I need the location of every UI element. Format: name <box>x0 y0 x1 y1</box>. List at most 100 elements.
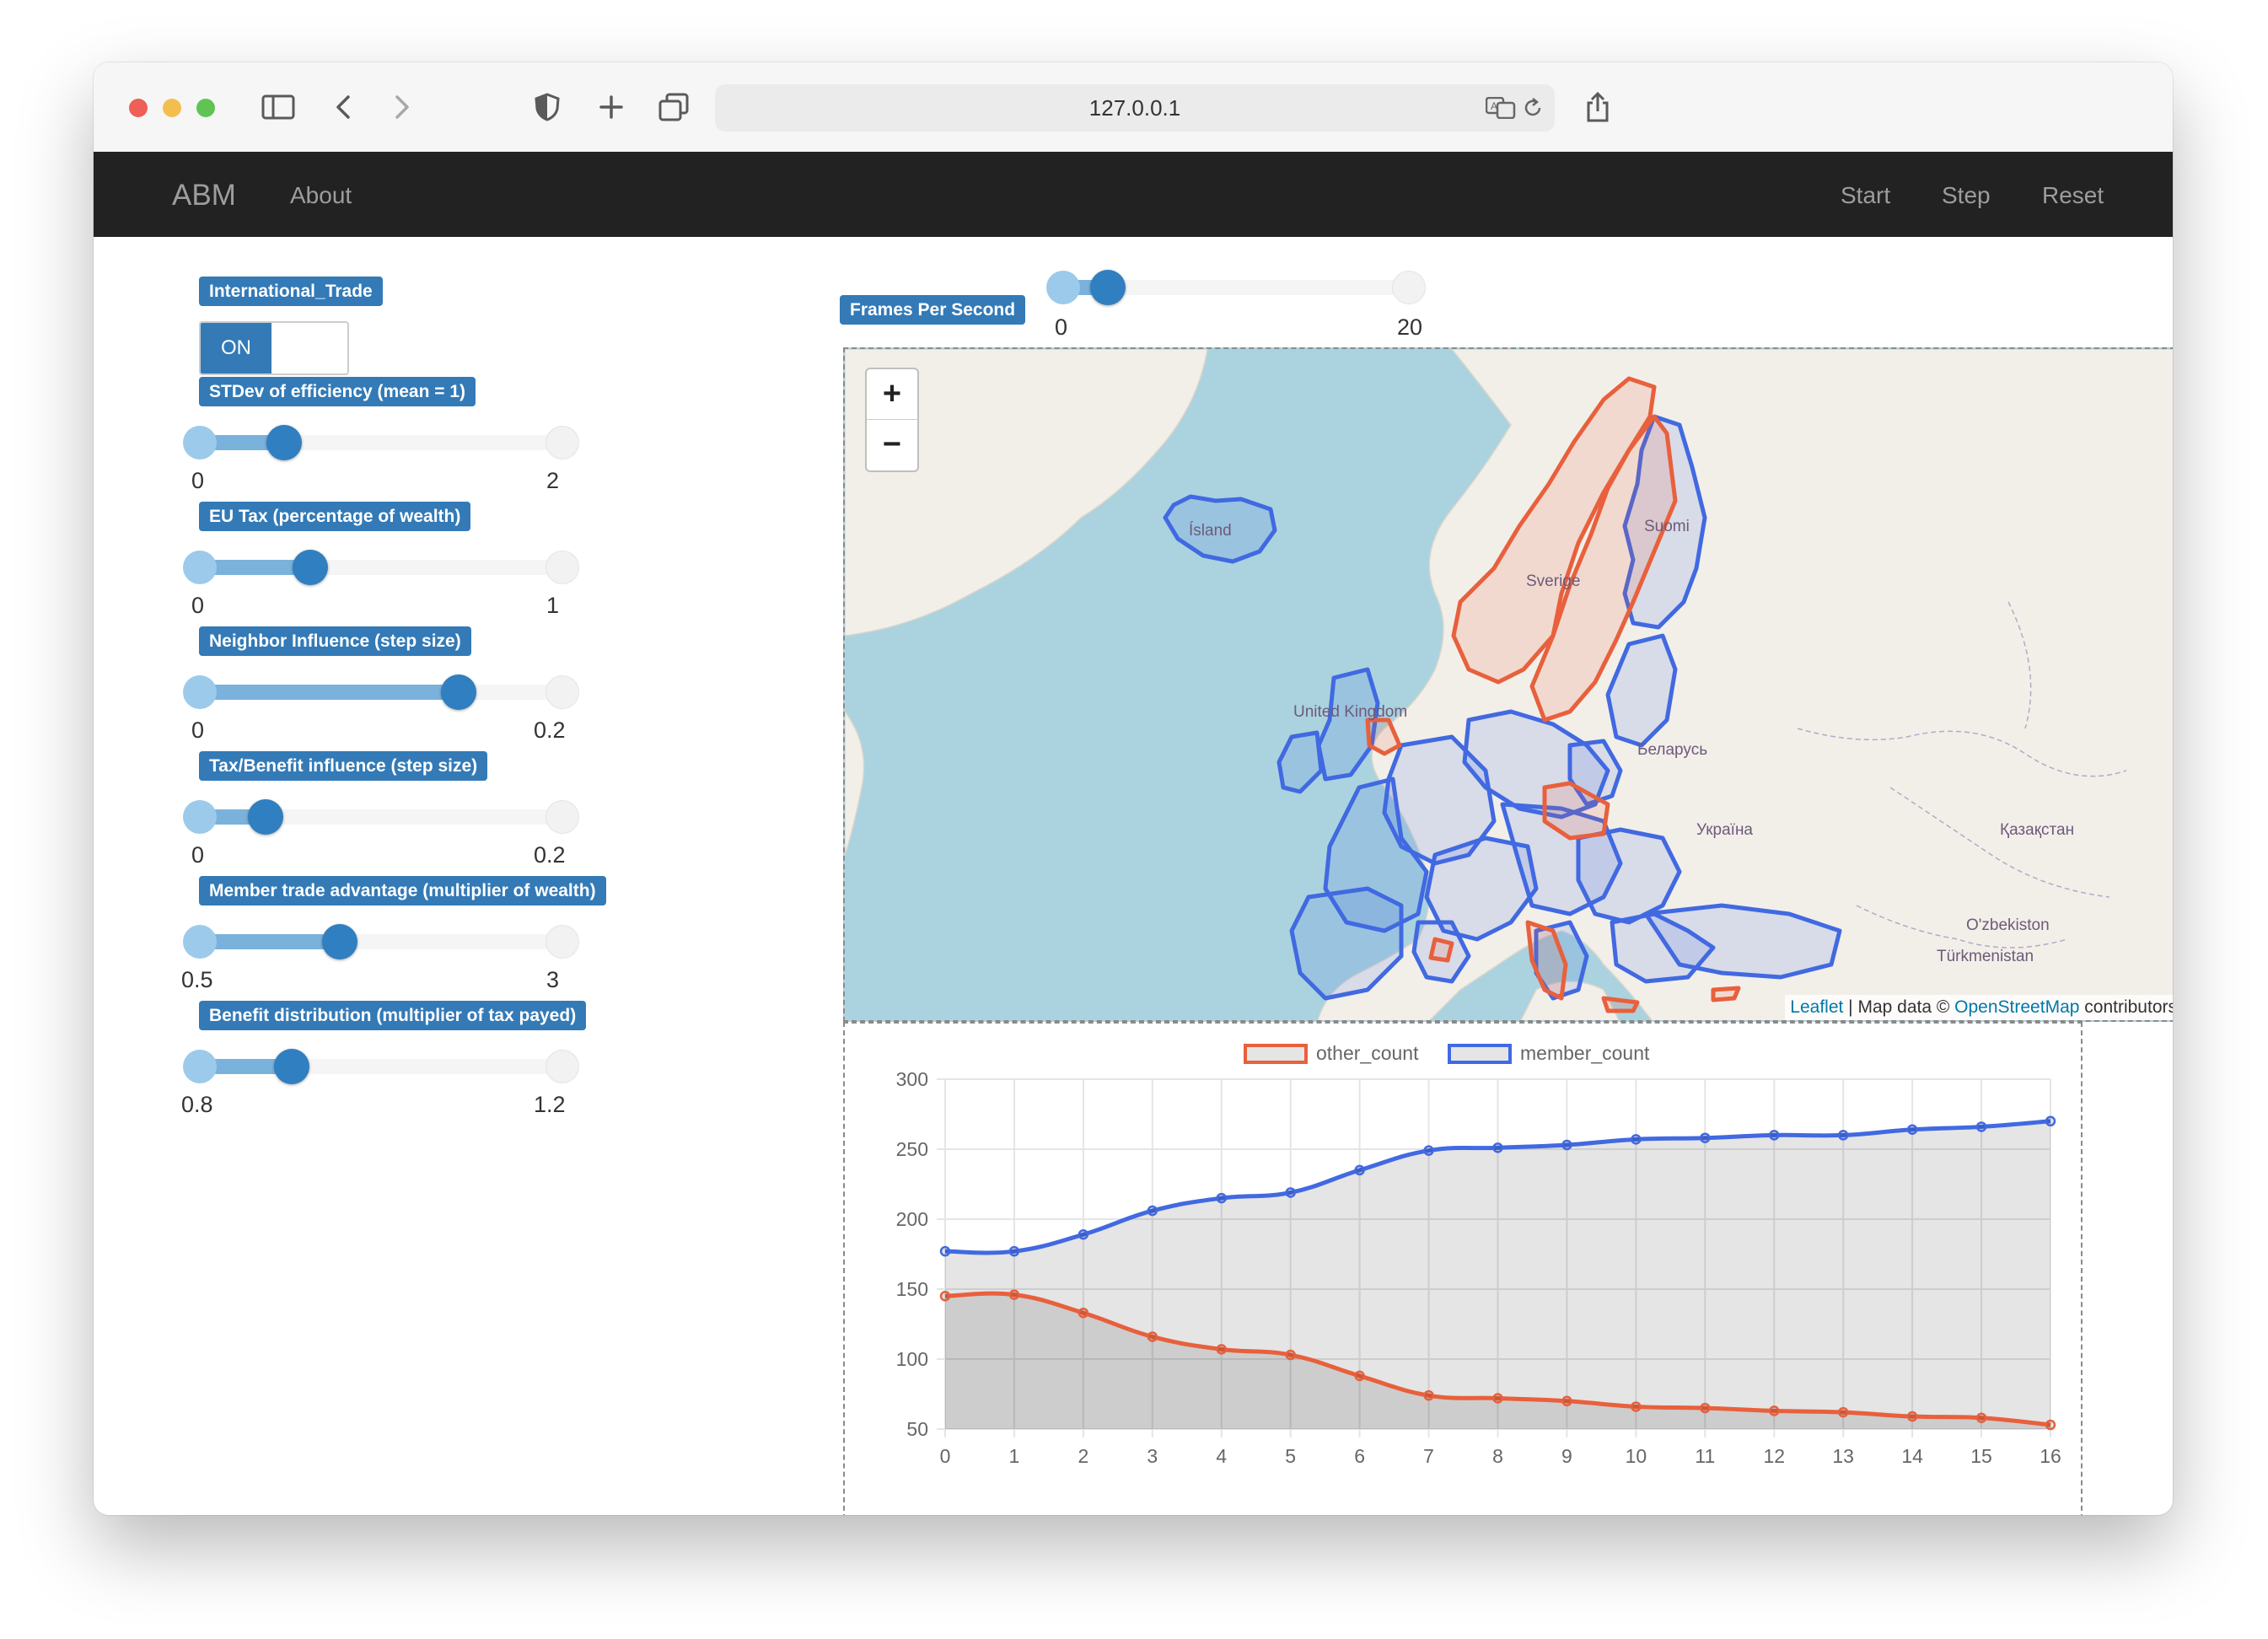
point-member-count <box>1285 1187 1296 1198</box>
eu-tax-max: 1 <box>546 593 560 618</box>
x-tick-label: 12 <box>1763 1445 1785 1467</box>
x-tick-label: 8 <box>1492 1445 1503 1467</box>
eu-tax-slider[interactable] <box>183 550 579 585</box>
fps-min: 0 <box>1055 314 1068 340</box>
zoom-window-button[interactable] <box>196 99 215 117</box>
point-member-count <box>1078 1229 1089 1240</box>
benefit-distribution-slider[interactable] <box>183 1049 579 1084</box>
browser-toolbar: 127.0.0.1 A <box>94 62 2173 153</box>
stdev-label: STDev of efficiency (mean = 1) <box>199 377 476 406</box>
trade-advantage-slider-handle[interactable] <box>322 924 357 959</box>
trade-advantage-slider[interactable] <box>183 924 579 959</box>
zoom-out-button[interactable]: − <box>867 420 917 470</box>
close-window-button[interactable] <box>129 99 148 117</box>
map-label-turkmenistan: Türkmenistan <box>1937 948 2034 965</box>
stdev-slider[interactable] <box>183 425 579 460</box>
x-tick-label: 1 <box>1009 1445 1020 1467</box>
point-other-count <box>1078 1307 1089 1319</box>
map-label-island: Ísland <box>1189 522 1232 540</box>
zoom-in-button[interactable]: + <box>867 369 917 420</box>
point-other-count <box>1769 1405 1780 1416</box>
fps-slider[interactable] <box>1046 270 1426 305</box>
privacy-shield-icon[interactable] <box>530 88 564 126</box>
benefit-distribution-max: 1.2 <box>534 1092 566 1117</box>
attribution-text: | Map data © <box>1843 997 1955 1017</box>
forward-icon[interactable] <box>385 88 419 126</box>
y-tick-label: 300 <box>896 1068 928 1090</box>
point-member-count <box>1975 1121 1987 1132</box>
map-attribution: Leaflet | Map data © OpenStreetMap contr… <box>1785 995 2173 1020</box>
sidebar-icon[interactable] <box>259 88 298 126</box>
share-icon[interactable] <box>1581 88 1615 126</box>
benefit-distribution-label: Benefit distribution (multiplier of tax … <box>199 1001 587 1030</box>
tax-benefit-slider[interactable] <box>183 799 579 835</box>
point-member-count <box>2045 1115 2056 1127</box>
map-label-ukraina: Україна <box>1696 821 1754 839</box>
point-member-count <box>1561 1139 1572 1151</box>
back-icon[interactable] <box>326 88 360 126</box>
neighbor-influence-slider-handle[interactable] <box>440 674 476 710</box>
address-bar[interactable]: 127.0.0.1 A <box>715 84 1555 132</box>
tax-benefit-label: Tax/Benefit influence (step size) <box>199 751 488 781</box>
x-tick-label: 13 <box>1832 1445 1854 1467</box>
point-other-count <box>1285 1349 1296 1361</box>
international-trade-label: International_Trade <box>199 277 383 306</box>
reset-button[interactable]: Reset <box>2042 182 2104 209</box>
point-member-count <box>1147 1205 1158 1217</box>
x-tick-label: 3 <box>1147 1445 1158 1467</box>
y-tick-label: 50 <box>906 1418 928 1440</box>
neighbor-influence-label: Neighbor Influence (step size) <box>199 626 471 656</box>
x-tick-label: 15 <box>1970 1445 1992 1467</box>
translate-icon[interactable]: A <box>1486 96 1516 120</box>
browser-window: 127.0.0.1 A ABM About Start Step Reset I… <box>94 62 2173 1515</box>
map-label-kazakhstan: Қазақстан <box>2000 821 2075 839</box>
eu-tax-min: 0 <box>191 593 205 618</box>
point-member-count <box>1769 1130 1780 1141</box>
point-member-count <box>1354 1164 1365 1176</box>
map-label-sverige: Sverige <box>1526 572 1581 590</box>
point-other-count <box>939 1291 951 1302</box>
point-other-count <box>1354 1370 1365 1382</box>
count-chart: other_count member_count 50 100 150 200 250 3… <box>843 1022 2083 1515</box>
point-other-count <box>1147 1331 1158 1342</box>
toggle-on-label: ON <box>201 323 271 373</box>
x-tick-label: 6 <box>1354 1445 1365 1467</box>
benefit-distribution-slider-handle[interactable] <box>273 1049 309 1084</box>
point-other-count <box>1975 1412 1987 1423</box>
trade-advantage-min: 0.5 <box>181 967 213 992</box>
stdev-slider-handle[interactable] <box>266 425 302 460</box>
nav-about-link[interactable]: About <box>290 182 352 209</box>
tab-overview-icon[interactable] <box>657 88 691 126</box>
svg-text:A: A <box>1491 100 1497 112</box>
tax-benefit-slider-handle[interactable] <box>248 799 283 835</box>
x-tick-label: 14 <box>1901 1445 1923 1467</box>
map-zoom-control: + − <box>865 368 919 472</box>
x-tick-label: 9 <box>1561 1445 1572 1467</box>
fps-slider-handle[interactable] <box>1090 270 1126 305</box>
x-tick-label: 11 <box>1695 1445 1715 1467</box>
point-other-count <box>1906 1411 1918 1422</box>
y-tick-label: 200 <box>896 1208 928 1230</box>
point-member-count <box>1631 1134 1642 1145</box>
attribution-contributors: contributors <box>2079 997 2173 1017</box>
x-tick-label: 10 <box>1626 1445 1647 1467</box>
point-other-count <box>1837 1406 1849 1418</box>
benefit-distribution-min: 0.8 <box>181 1092 213 1117</box>
step-button[interactable]: Step <box>1942 182 1991 209</box>
map-label-belarus: Беларусь <box>1637 741 1708 759</box>
eu-tax-slider-handle[interactable] <box>292 550 328 585</box>
tax-benefit-min: 0 <box>191 842 205 868</box>
new-tab-icon[interactable] <box>594 88 628 126</box>
neighbor-influence-slider[interactable] <box>183 674 579 710</box>
navbar-brand[interactable]: ABM <box>172 179 236 212</box>
reload-icon[interactable] <box>1523 96 1543 120</box>
start-button[interactable]: Start <box>1841 182 1890 209</box>
openstreetmap-link[interactable]: OpenStreetMap <box>1954 997 2079 1017</box>
leaflet-link[interactable]: Leaflet <box>1790 997 1843 1017</box>
stdev-min: 0 <box>191 468 205 493</box>
europe-map[interactable]: Ísland Sverige Suomi United Kingdom Бела… <box>843 347 2173 1022</box>
international-trade-toggle[interactable]: ON <box>199 321 349 375</box>
eu-tax-label: EU Tax (percentage of wealth) <box>199 502 471 531</box>
y-tick-label: 100 <box>896 1348 928 1370</box>
minimize-window-button[interactable] <box>163 99 181 117</box>
